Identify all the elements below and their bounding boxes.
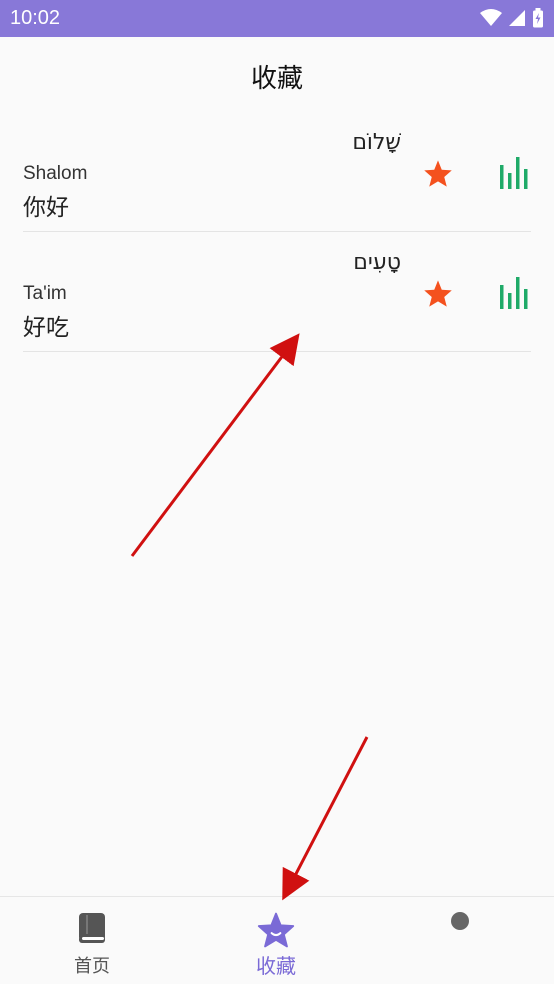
nav-item-home[interactable]: 首页 [0,897,184,984]
hebrew-word: טָעִים [353,250,401,275]
nav-item-third[interactable] [368,897,552,984]
book-icon [79,913,105,943]
nav-label-home: 首页 [74,956,110,977]
status-bar: 10:02 [0,0,554,37]
transliteration: Ta'im [23,283,67,304]
star-icon [257,912,295,948]
audio-bars-icon[interactable] [499,277,529,309]
favorites-list: שָׁלוֹם Shalom 你好 טָעִים Ta'im 好吃 [23,112,531,352]
annotation-arrow [130,333,300,557]
battery-icon [533,8,543,28]
dot-icon [451,912,469,930]
favorite-star-icon[interactable] [423,279,453,308]
audio-bars-icon[interactable] [499,157,529,189]
meaning: 好吃 [23,315,69,341]
annotation-arrow [282,736,369,901]
nav-item-favorites[interactable]: 收藏 [184,897,368,984]
meaning: 你好 [23,195,69,221]
bottom-nav: 首页 收藏 [0,896,554,984]
status-icons [480,8,544,28]
transliteration: Shalom [23,163,88,184]
status-time: 10:02 [10,7,61,29]
wifi-icon [480,9,502,26]
page-title: 收藏 [250,64,303,94]
list-item[interactable]: שָׁלוֹם Shalom 你好 [23,112,531,232]
signal-icon [509,10,525,26]
hebrew-word: שָׁלוֹם [352,130,401,155]
list-item[interactable]: טָעִים Ta'im 好吃 [23,232,531,352]
nav-label-favorites: 收藏 [256,954,296,978]
favorite-star-icon[interactable] [423,159,453,188]
